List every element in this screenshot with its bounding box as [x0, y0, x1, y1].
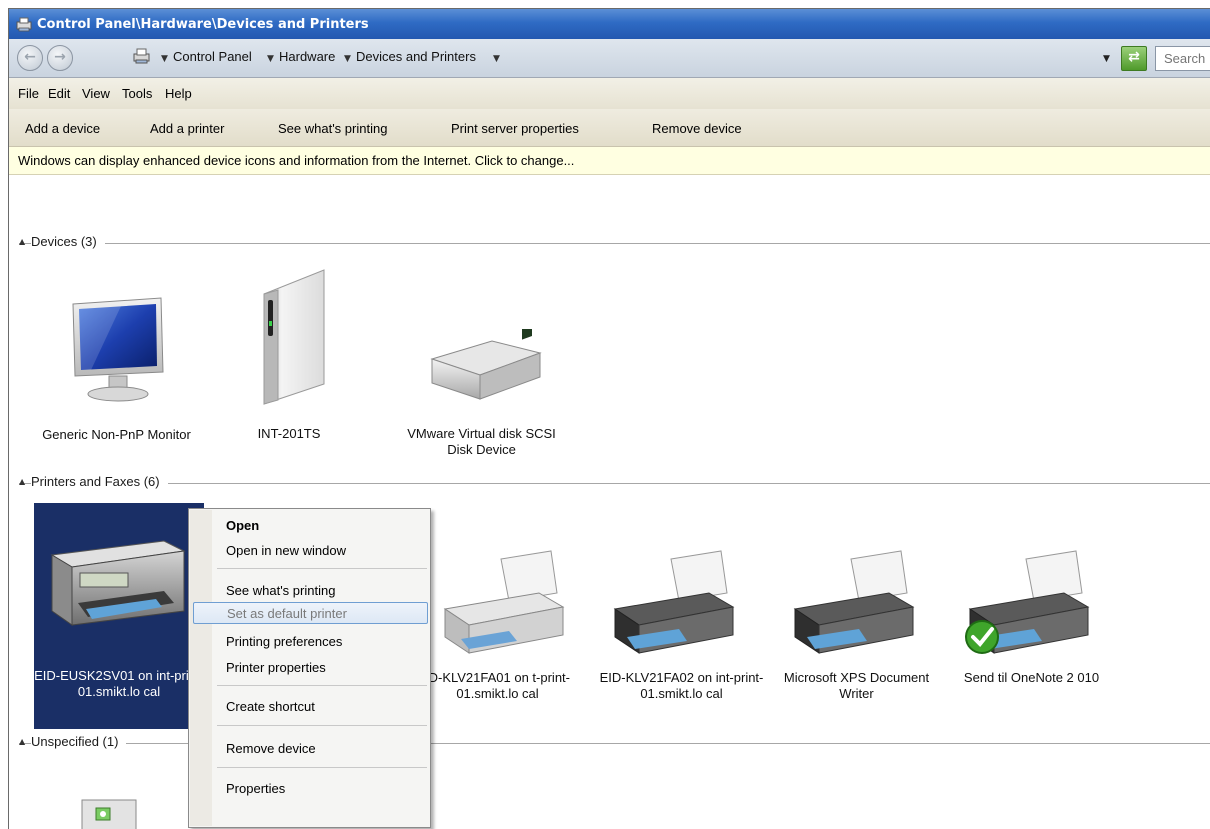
crumb-separator-icon[interactable]: ▼ [344, 54, 351, 64]
printer-label: ID-KLV21FA01 on t-print-01.smikt.lo cal [425, 670, 570, 701]
monitor-icon [61, 294, 176, 413]
device-item[interactable]: Generic Non-PnP Monitor [39, 294, 194, 469]
add-device-button[interactable]: Add a device [25, 121, 100, 136]
multifunction-printer-icon [44, 533, 194, 647]
printer-item[interactable]: Send til OneNote 2 010 [954, 549, 1109, 729]
remove-device-button[interactable]: Remove device [652, 121, 742, 136]
device-item[interactable]: INT-201TS [224, 266, 354, 446]
window-title: Control Panel\Hardware\Devices and Print… [37, 16, 369, 32]
menu-tools[interactable]: Tools [122, 86, 152, 101]
device-label: Generic Non-PnP Monitor [42, 427, 191, 442]
group-divider [19, 483, 1210, 484]
context-menu-gutter [190, 510, 212, 826]
group-printers-header[interactable]: ▲ Printers and Faxes (6) [9, 474, 1210, 494]
ctx-printer-properties[interactable]: Printer properties [212, 657, 428, 679]
ctx-open[interactable]: Open [212, 515, 428, 537]
group-divider [19, 243, 1210, 244]
back-button[interactable]: ← [17, 45, 43, 71]
back-arrow-icon: ← [24, 49, 36, 65]
ctx-create-shortcut[interactable]: Create shortcut [212, 696, 428, 718]
printer-label: Microsoft XPS Document Writer [783, 670, 930, 701]
printer-label: EID-KLV21FA02 on int-print-01.smikt.lo c… [599, 670, 764, 701]
printer-item[interactable]: Microsoft XPS Document Writer [779, 549, 934, 729]
breadcrumb-hardware[interactable]: Hardware [279, 49, 335, 64]
crumb-dropdown-icon[interactable]: ▼ [493, 54, 500, 64]
breadcrumb-control-panel[interactable]: Control Panel [173, 49, 252, 64]
command-bar: Add a device Add a printer See what's pr… [9, 109, 1210, 147]
menu-help[interactable]: Help [165, 86, 192, 101]
title-bar[interactable]: Control Panel\Hardware\Devices and Print… [9, 9, 1210, 39]
ctx-set-default-printer[interactable]: Set as default printer [193, 602, 428, 624]
printer-icon [439, 549, 569, 663]
ctx-remove-device[interactable]: Remove device [212, 738, 428, 760]
printer-icon [609, 549, 739, 663]
group-devices-label: Devices (3) [31, 234, 105, 249]
ctx-open-new-window[interactable]: Open in new window [212, 540, 428, 562]
info-bar[interactable]: Windows can display enhanced device icon… [9, 147, 1210, 175]
address-bar: ← → ▼ Control Panel ▼ Hardware ▼ Devices… [9, 39, 1210, 78]
unknown-device-icon [74, 794, 144, 829]
printer-icon [789, 549, 919, 663]
collapse-caret-icon[interactable]: ▲ [19, 737, 25, 746]
collapse-caret-icon[interactable]: ▲ [19, 477, 25, 486]
ctx-separator [217, 767, 427, 768]
group-unspecified-label: Unspecified (1) [31, 734, 127, 749]
hard-disk-icon [422, 323, 547, 413]
crumb-separator-icon[interactable]: ▼ [267, 54, 274, 64]
ctx-properties[interactable]: Properties [212, 778, 428, 800]
location-icon [132, 46, 152, 64]
ctx-separator [217, 568, 427, 569]
search-input[interactable] [1156, 47, 1210, 70]
collapse-caret-icon[interactable]: ▲ [19, 237, 25, 246]
printer-label: EID-EUSK2SV01 on int-print-01.smikt.lo c… [34, 668, 204, 699]
group-devices-header[interactable]: ▲ Devices (3) [9, 234, 1210, 254]
printer-item[interactable]: EID-KLV21FA02 on int-print-01.smikt.lo c… [594, 549, 769, 729]
info-bar-text: Windows can display enhanced device icon… [18, 153, 575, 168]
printer-label: Send til OneNote 2 010 [963, 670, 1100, 685]
printer-item-selected[interactable]: EID-EUSK2SV01 on int-print-01.smikt.lo c… [34, 503, 204, 729]
context-menu: Open Open in new window See what's print… [188, 508, 431, 828]
ctx-separator [217, 685, 427, 686]
device-label: VMware Virtual disk SCSI Disk Device [407, 426, 556, 457]
unspecified-device-item[interactable] [64, 794, 174, 829]
ctx-see-whats-printing[interactable]: See what's printing [212, 580, 428, 602]
group-printers-label: Printers and Faxes (6) [31, 474, 168, 489]
refresh-icon: ⇄ [1128, 49, 1140, 65]
breadcrumb-devices-and-printers[interactable]: Devices and Printers [356, 49, 476, 64]
computer-tower-icon [244, 266, 339, 420]
menu-bar: File Edit View Tools Help [9, 78, 1210, 109]
menu-view[interactable]: View [82, 86, 110, 101]
print-server-properties-button[interactable]: Print server properties [451, 121, 579, 136]
forward-button[interactable]: → [47, 45, 73, 71]
device-item[interactable]: VMware Virtual disk SCSI Disk Device [394, 323, 569, 469]
refresh-button[interactable]: ⇄ [1121, 46, 1147, 71]
address-history-dropdown-icon[interactable]: ▼ [1103, 54, 1110, 64]
menu-edit[interactable]: Edit [48, 86, 70, 101]
printer-default-check-icon [964, 549, 1094, 663]
printer-item[interactable]: ID-KLV21FA01 on t-print-01.smikt.lo cal [414, 549, 589, 729]
device-label: INT-201TS [257, 426, 321, 441]
add-printer-button[interactable]: Add a printer [150, 121, 224, 136]
crumb-separator-icon[interactable]: ▼ [161, 54, 168, 64]
devices-printers-icon [15, 15, 33, 33]
explorer-window: Control Panel\Hardware\Devices and Print… [8, 8, 1210, 829]
ctx-printing-preferences[interactable]: Printing preferences [212, 631, 428, 653]
menu-file[interactable]: File [18, 86, 39, 101]
see-whats-printing-button[interactable]: See what's printing [278, 121, 387, 136]
forward-arrow-icon: → [54, 49, 66, 65]
search-box[interactable] [1155, 46, 1210, 71]
ctx-separator [217, 725, 427, 726]
